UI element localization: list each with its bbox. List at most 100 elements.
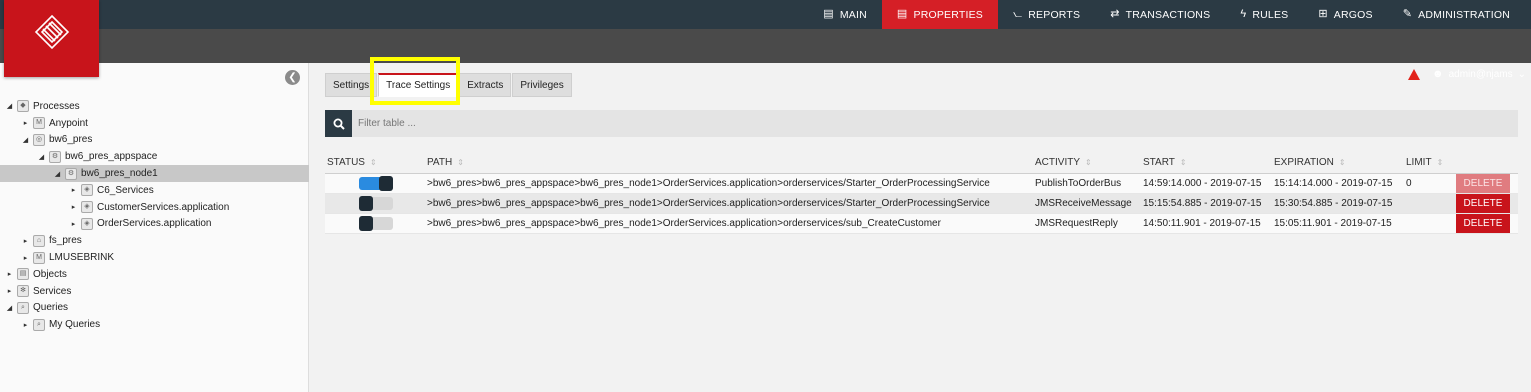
nav-label: TRANSACTIONS <box>1125 8 1211 21</box>
expand-caret-icon[interactable]: ▸ <box>21 119 30 127</box>
tree-item[interactable]: ▸ ▤ Objects <box>0 266 309 283</box>
nav-label: ADMINISTRATION <box>1418 8 1510 21</box>
tree-item-label: bw6_pres_node1 <box>81 168 158 180</box>
tree-item[interactable]: ▸ ⌂ fs_pres <box>0 232 309 249</box>
activity-cell: PublishToOrderBus <box>1033 173 1141 194</box>
fs-icon: ⌂ <box>33 234 45 247</box>
tree-item-label: LMUSEBRINK <box>49 252 115 264</box>
delete-button[interactable]: DELETE <box>1456 213 1510 233</box>
expand-caret-icon[interactable]: ▸ <box>21 237 30 245</box>
delete-button[interactable]: DELETE <box>1456 173 1510 193</box>
top-navigation-bar: ▤ MAIN ▤ PROPERTIES ⦦ REPORTS ⇄ TRANSACTIONS ϟ RU… <box>0 0 1531 29</box>
column-header[interactable]: LIMIT ⇕ <box>1404 153 1454 174</box>
tab-settings[interactable]: Settings <box>325 73 378 97</box>
application-icon: ◈ <box>81 184 93 197</box>
expand-caret-icon[interactable]: ▸ <box>69 186 78 194</box>
status-toggle[interactable] <box>359 175 393 191</box>
path-cell: >bw6_pres>bw6_pres_appspace>bw6_pres_nod… <box>425 213 1033 234</box>
expand-caret-icon[interactable]: ▸ <box>69 220 78 228</box>
nav-properties[interactable]: ▤ PROPERTIES <box>881 0 998 29</box>
nav-transactions[interactable]: ⇄ TRANSACTIONS <box>1095 0 1225 29</box>
table-body: >bw6_pres>bw6_pres_appspace>bw6_pres_nod… <box>325 173 1518 234</box>
nav-rules[interactable]: ϟ RULES <box>1225 0 1303 29</box>
nav-argos[interactable]: ⊞ ARGOS <box>1303 0 1387 29</box>
collapse-sidebar-icon[interactable]: ❮ <box>285 70 300 85</box>
tree-item[interactable]: ▸ ✻ Services <box>0 283 309 300</box>
toggle-knob <box>359 195 373 211</box>
column-header[interactable]: START ⇕ <box>1141 153 1272 174</box>
tree-item[interactable]: ◢ ⚙ bw6_pres_appspace <box>0 148 309 165</box>
status-toggle[interactable] <box>359 215 393 231</box>
column-header-label: START <box>1143 157 1175 169</box>
expand-caret-icon[interactable]: ▸ <box>69 203 78 211</box>
status-toggle[interactable] <box>359 195 393 211</box>
application-icon: ◈ <box>81 201 93 214</box>
tree-item[interactable]: ▸ M Anypoint <box>0 115 309 132</box>
app-logo[interactable] <box>4 0 99 77</box>
argos-icon: ⊞ <box>1318 8 1328 20</box>
expiration-cell: 15:14:14.000 - 2019-07-15 <box>1272 173 1404 194</box>
tree-item-label: My Queries <box>49 319 101 331</box>
nav-main[interactable]: ▤ MAIN <box>808 0 882 29</box>
tab-bar: Settings Trace Settings Extracts Privileges <box>325 73 573 97</box>
tree-item[interactable]: ◢ ⚙ bw6_pres_node1 <box>0 165 309 182</box>
trace-settings-table: STATUS ⇕ PATH ⇕ ACTIVITY ⇕ START ⇕ EXPIRATION ⇕ LI… <box>325 153 1518 234</box>
collapse-caret-icon[interactable]: ◢ <box>5 102 14 110</box>
search-button[interactable] <box>325 110 352 137</box>
column-header[interactable]: PATH ⇕ <box>425 153 1033 174</box>
sort-icon[interactable]: ⇕ <box>370 158 377 167</box>
limit-cell <box>1404 193 1454 214</box>
sort-icon[interactable]: ⇕ <box>1085 158 1092 167</box>
mule-icon: M <box>33 251 45 264</box>
tab-privileges[interactable]: Privileges <box>512 73 572 97</box>
limit-cell: 0 <box>1404 173 1454 194</box>
status-cell <box>325 213 425 234</box>
tab-trace-settings[interactable]: Trace Settings <box>378 73 459 97</box>
logo-icon <box>34 14 70 50</box>
collapse-caret-icon[interactable]: ◢ <box>5 304 14 312</box>
expand-caret-icon[interactable]: ▸ <box>5 270 14 278</box>
tree-item[interactable]: ▸ M LMUSEBRINK <box>0 249 309 266</box>
processes-icon: ◆ <box>17 100 29 113</box>
delete-button[interactable]: DELETE <box>1456 193 1510 213</box>
column-header[interactable]: STATUS ⇕ <box>325 153 425 174</box>
filter-table-input[interactable] <box>358 110 1508 137</box>
nav-label: MAIN <box>839 8 867 21</box>
tree-item[interactable]: ▸ ◈ OrderServices.application <box>0 216 309 233</box>
bw-icon: ◎ <box>33 133 45 146</box>
nav-administration[interactable]: ✎ ADMINISTRATION <box>1388 0 1525 29</box>
tree-item[interactable]: ◢ ◆ Processes <box>0 98 309 115</box>
nav-label: ARGOS <box>1333 8 1373 21</box>
column-header[interactable]: ACTIVITY ⇕ <box>1033 153 1141 174</box>
sort-icon[interactable]: ⇕ <box>1339 158 1346 167</box>
rules-icon: ϟ <box>1240 8 1247 20</box>
collapse-caret-icon[interactable]: ◢ <box>37 153 46 161</box>
expand-caret-icon[interactable]: ▸ <box>21 321 30 329</box>
tree-item[interactable]: ▸ ◈ C6_Services <box>0 182 309 199</box>
column-header[interactable]: EXPIRATION ⇕ <box>1272 153 1404 174</box>
tree-item[interactable]: ◢ ⌕ Queries <box>0 300 309 317</box>
collapse-caret-icon[interactable]: ◢ <box>53 170 62 178</box>
activity-cell: JMSReceiveMessage <box>1033 193 1141 214</box>
tree-item-label: Queries <box>33 302 69 314</box>
tree-item[interactable]: ▸ ◈ CustomerServices.application <box>0 199 309 216</box>
expand-caret-icon[interactable]: ▸ <box>21 254 30 262</box>
toggle-knob <box>359 215 373 231</box>
sort-icon[interactable]: ⇕ <box>1437 158 1444 167</box>
start-cell: 14:59:14.000 - 2019-07-15 <box>1141 173 1272 194</box>
sort-icon[interactable]: ⇕ <box>457 158 464 167</box>
column-header <box>1454 153 1518 174</box>
sort-icon[interactable]: ⇕ <box>1180 158 1187 167</box>
expand-caret-icon[interactable]: ▸ <box>5 287 14 295</box>
search-icon <box>333 118 345 130</box>
column-header-label: STATUS <box>327 157 365 169</box>
tree-item[interactable]: ▸ ⌕ My Queries <box>0 316 309 333</box>
tree-item[interactable]: ◢ ◎ bw6_pres <box>0 132 309 149</box>
node-icon: ⚙ <box>65 167 77 180</box>
tab-extracts[interactable]: Extracts <box>459 73 512 97</box>
tree-item-label: bw6_pres_appspace <box>65 151 158 163</box>
collapse-caret-icon[interactable]: ◢ <box>21 136 30 144</box>
properties-icon: ▤ <box>896 8 908 20</box>
nav-reports[interactable]: ⦦ REPORTS <box>998 0 1095 29</box>
tree-item-label: C6_Services <box>97 184 154 196</box>
